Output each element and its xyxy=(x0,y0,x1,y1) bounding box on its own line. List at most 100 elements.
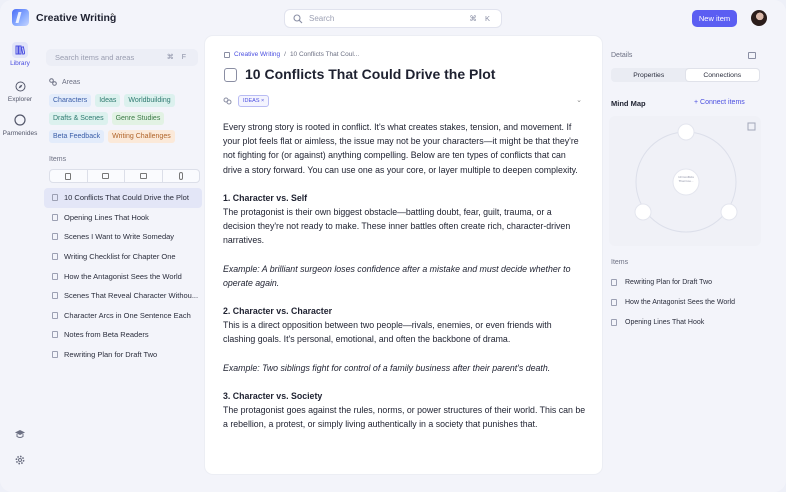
document-icon xyxy=(611,278,617,286)
app-window: Creative Writing ⌃ Search ⌘ K New item L… xyxy=(0,0,786,492)
app-logo xyxy=(12,9,29,26)
filter-attachments[interactable] xyxy=(163,170,200,182)
area-tag[interactable]: IDEAS × xyxy=(238,95,270,107)
list-item[interactable]: Opening Lines That Hook xyxy=(611,312,735,332)
rail-parmenides[interactable]: Parmenides xyxy=(2,112,38,137)
document-icon xyxy=(52,194,58,202)
area-chip-drafts-scenes[interactable]: Drafts & Scenes xyxy=(49,112,108,125)
compass-icon xyxy=(12,78,28,94)
document-icon xyxy=(224,68,237,82)
list-item-label: How the Antagonist Sees the World xyxy=(64,271,182,281)
mind-map-node xyxy=(634,203,652,221)
list-item-label: Writing Checklist for Chapter One xyxy=(64,252,176,262)
workspace-switch-icon[interactable]: ⌃ xyxy=(109,12,116,21)
section-example: Example: A brilliant surgeon loses confi… xyxy=(223,263,571,288)
sidebar-search-placeholder: Search items and areas xyxy=(55,53,135,62)
connected-items-list: Rewriting Plan for Draft Two How the Ant… xyxy=(611,272,735,332)
workspace-title[interactable]: Creative Writing xyxy=(36,12,116,24)
section-heading: 3. Character vs. Society xyxy=(223,390,323,401)
filter-images[interactable] xyxy=(88,170,125,182)
list-item[interactable]: 10 Conflicts That Could Drive the Plot xyxy=(44,188,202,208)
play-icon xyxy=(139,173,147,179)
areas-icon xyxy=(49,78,57,86)
sidebar-search-input[interactable]: Search items and areas ⌘ F xyxy=(46,49,198,66)
mind-map-node xyxy=(677,123,695,141)
avatar[interactable] xyxy=(751,10,767,26)
rail-explorer[interactable]: Explorer xyxy=(2,78,38,103)
list-item-label: 10 Conflicts That Could Drive the Plot xyxy=(64,193,189,203)
list-item[interactable]: Notes from Beta Readers xyxy=(44,325,202,345)
list-item[interactable]: Scenes That Reveal Character Withou... xyxy=(44,286,202,306)
list-item[interactable]: Opening Lines That Hook xyxy=(44,208,202,228)
expand-icon xyxy=(747,122,756,131)
rail-library[interactable]: Library xyxy=(2,42,38,67)
details-panel: Details Properties Connections Mind Map … xyxy=(602,36,770,476)
details-heading: Details xyxy=(611,52,633,59)
details-tabs: Properties Connections xyxy=(611,68,760,82)
mind-map-canvas[interactable]: 10 Conflicts That Cou... xyxy=(609,116,761,246)
section-text: This is a direct opposition between two … xyxy=(223,320,552,345)
list-item-label: Opening Lines That Hook xyxy=(64,212,149,222)
list-item[interactable]: Rewriting Plan for Draft Two xyxy=(611,272,735,292)
item-type-filters xyxy=(49,169,200,183)
area-chip-genre-studies[interactable]: Genre Studies xyxy=(111,112,165,125)
area-tag-label: IDEAS xyxy=(243,98,260,104)
breadcrumb-root[interactable]: Creative Writing xyxy=(234,51,280,58)
document-icon xyxy=(52,272,58,280)
list-item-label: Rewriting Plan for Draft Two xyxy=(64,350,158,360)
list-item[interactable]: Writing Checklist for Chapter One xyxy=(44,247,202,267)
mind-map-node xyxy=(720,203,738,221)
document-editor: Creative Writing / 10 Conflicts That Cou… xyxy=(205,36,602,474)
page-title[interactable]: 10 Conflicts That Could Drive the Plot xyxy=(245,66,495,82)
section-example: Example: Two siblings fight for control … xyxy=(223,362,551,373)
tab-properties[interactable]: Properties xyxy=(612,69,686,81)
filter-notes[interactable] xyxy=(50,170,88,182)
area-chip-worldbuilding[interactable]: Worldbuilding xyxy=(124,94,175,107)
list-item[interactable]: Character Arcs in One Sentence Each xyxy=(44,306,202,326)
sidebar-search-shortcut: ⌘ F xyxy=(166,54,189,61)
section-text: The protagonist is their own biggest obs… xyxy=(223,207,571,246)
connect-items-link[interactable]: + Connect items xyxy=(694,99,745,106)
areas-heading: Areas xyxy=(49,78,80,86)
section: 2. Character vs. Character This is a dir… xyxy=(223,304,586,347)
list-item[interactable]: How the Antagonist Sees the World xyxy=(44,266,202,286)
paperclip-icon xyxy=(178,172,183,180)
document-icon xyxy=(52,213,58,221)
graduation-cap-icon[interactable] xyxy=(14,428,26,440)
list-item[interactable]: Rewriting Plan for Draft Two xyxy=(44,345,202,365)
list-item[interactable]: How the Antagonist Sees the World xyxy=(611,292,735,312)
list-item-label: Scenes That Reveal Character Withou... xyxy=(64,291,199,301)
area-chip-writing-challenges[interactable]: Writing Challenges xyxy=(108,130,175,143)
breadcrumb-icon xyxy=(224,51,230,58)
areas-icon[interactable] xyxy=(223,97,232,105)
remove-tag-icon[interactable]: × xyxy=(261,98,264,104)
search-bar[interactable]: Search ⌘ K xyxy=(284,9,502,28)
document-body[interactable]: Every strong story is rooted in conflict… xyxy=(223,120,586,431)
list-item-label: Scenes I Want to Write Someday xyxy=(64,232,175,242)
area-chip-ideas[interactable]: Ideas xyxy=(95,94,121,107)
tab-connections[interactable]: Connections xyxy=(685,69,759,81)
section: 3. Character vs. Society The protagonist… xyxy=(223,389,586,432)
sidebar: Search items and areas ⌘ F Areas Charact… xyxy=(40,36,204,476)
new-item-button[interactable]: New item xyxy=(692,10,737,27)
document-icon xyxy=(52,311,58,319)
items-list: 10 Conflicts That Could Drive the Plot O… xyxy=(44,188,202,364)
search-icon xyxy=(293,13,303,23)
area-chip-characters[interactable]: Characters xyxy=(49,94,92,107)
section-heading: 2. Character vs. Character xyxy=(223,306,333,317)
section-heading: 1. Character vs. Self xyxy=(223,192,308,203)
panel-toggle-icon[interactable] xyxy=(748,52,756,59)
intro-paragraph: Every strong story is rooted in conflict… xyxy=(223,122,579,175)
settings-gear-icon[interactable] xyxy=(14,454,26,466)
list-item[interactable]: Scenes I Want to Write Someday xyxy=(44,227,202,247)
document-icon xyxy=(52,233,58,241)
search-shortcut: ⌘ K xyxy=(469,14,493,23)
chevron-down-icon[interactable]: ⌄ xyxy=(576,96,582,104)
filter-videos[interactable] xyxy=(125,170,163,182)
nav-rail: Library Explorer Parmenides xyxy=(0,36,40,476)
note-icon xyxy=(65,172,72,180)
document-icon xyxy=(52,253,58,261)
library-icon xyxy=(12,42,28,58)
rail-parmenides-label: Parmenides xyxy=(2,130,38,137)
area-chip-beta-feedback[interactable]: Beta Feedback xyxy=(49,130,105,143)
